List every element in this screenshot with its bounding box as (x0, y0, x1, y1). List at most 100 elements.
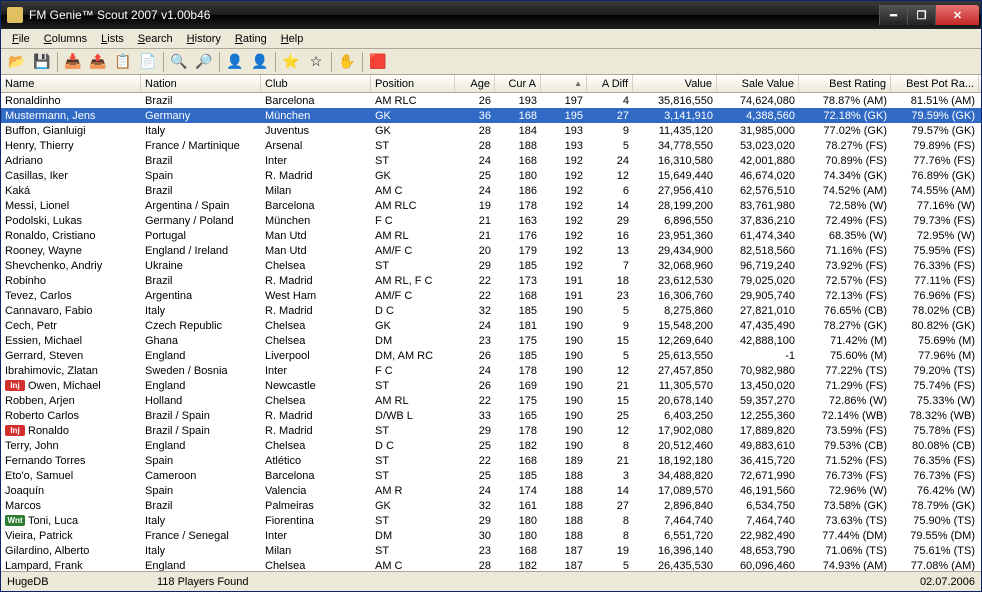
table-row[interactable]: Eto'o, SamuelCameroonBarcelonaST25185188… (1, 468, 981, 483)
table-row[interactable]: Fernando TorresSpainAtléticoST2216818921… (1, 453, 981, 468)
table-row[interactable]: Tevez, CarlosArgentinaWest HamAM/F C2216… (1, 288, 981, 303)
menu-history[interactable]: History (180, 31, 228, 47)
person-red-icon[interactable]: 👤 (223, 51, 247, 73)
table-row[interactable]: Shevchenko, AndriyUkraineChelseaST291851… (1, 258, 981, 273)
cell-cura: 168 (495, 153, 541, 168)
cell-adiff: 18 (587, 273, 633, 288)
status-date: 02.07.2006 (920, 576, 975, 588)
menu-file[interactable]: File (5, 31, 37, 47)
col-value[interactable]: Value (633, 75, 717, 92)
table-row[interactable]: Ibrahimovic, ZlatanSweden / BosniaInterF… (1, 363, 981, 378)
star-outline-icon[interactable]: ☆ (304, 51, 328, 73)
menu-help[interactable]: Help (274, 31, 311, 47)
cell-bpot: 81.51% (AM) (891, 93, 979, 108)
table-row[interactable]: Ronaldo, CristianoPortugalMan UtdAM RL21… (1, 228, 981, 243)
table-row[interactable]: Messi, LionelArgentina / SpainBarcelonaA… (1, 198, 981, 213)
table-row[interactable]: Buffon, GianluigiItalyJuventusGK28184193… (1, 123, 981, 138)
cell-nation: England (141, 558, 261, 571)
maximize-button[interactable]: ❐ (907, 5, 935, 25)
table-row[interactable]: Gilardino, AlbertoItalyMilanST2316818719… (1, 543, 981, 558)
cell-brating: 72.13% (FS) (799, 288, 891, 303)
col-adiff[interactable]: A Diff (587, 75, 633, 92)
menu-rating[interactable]: Rating (228, 31, 274, 47)
table-row[interactable]: AdrianoBrazilInterST241681922416,310,580… (1, 153, 981, 168)
cell-club: Chelsea (261, 333, 371, 348)
cell-club: Man Utd (261, 243, 371, 258)
table-row[interactable]: RobinhoBrazilR. MadridAM RL, F C22173191… (1, 273, 981, 288)
table-row[interactable]: KakáBrazilMilanAM C24186192627,956,41062… (1, 183, 981, 198)
cell-cura: 174 (495, 483, 541, 498)
table-row[interactable]: Podolski, LukasGermany / PolandMünchenF … (1, 213, 981, 228)
table-row[interactable]: Mustermann, JensGermanyMünchenGK36168195… (1, 108, 981, 123)
hand-icon[interactable]: ✋ (335, 51, 359, 73)
table-row[interactable]: Vieira, PatrickFrance / SenegalInterDM30… (1, 528, 981, 543)
cell-age: 22 (455, 273, 495, 288)
open-icon[interactable]: 📂 (5, 51, 29, 73)
table-row[interactable]: Rooney, WayneEngland / IrelandMan UtdAM/… (1, 243, 981, 258)
col-age[interactable]: Age (455, 75, 495, 92)
title-bar[interactable]: FM Genie™ Scout 2007 v1.00b46 ━ ❐ ✕ (1, 1, 981, 29)
table-row[interactable]: Lampard, FrankEnglandChelseaAM C28182187… (1, 558, 981, 571)
minimize-button[interactable]: ━ (879, 5, 907, 25)
table-row[interactable]: Essien, MichaelGhanaChelseaDM23175190151… (1, 333, 981, 348)
table-row[interactable]: Robben, ArjenHollandChelseaAM RL22175190… (1, 393, 981, 408)
col-cura[interactable]: Cur A (495, 75, 541, 92)
col-bpot[interactable]: Best Pot Ra... (891, 75, 979, 92)
save-icon[interactable]: 💾 (30, 51, 54, 73)
cell-sortcol: 190 (541, 393, 587, 408)
search-player-icon[interactable]: 🔎 (192, 51, 216, 73)
table-row[interactable]: InjRonaldoBrazil / SpainR. MadridST29178… (1, 423, 981, 438)
cell-nation: Ukraine (141, 258, 261, 273)
cell-svalue: 29,905,740 (717, 288, 799, 303)
search-staff-icon[interactable]: 🔍 (167, 51, 191, 73)
table-row[interactable]: MarcosBrazilPalmeirasGK32161188272,896,8… (1, 498, 981, 513)
col-nation[interactable]: Nation (141, 75, 261, 92)
table-row[interactable]: Roberto CarlosBrazil / SpainR. MadridD/W… (1, 408, 981, 423)
cell-sortcol: 188 (541, 513, 587, 528)
cell-name: Messi, Lionel (1, 198, 141, 213)
cell-position: AM C (371, 558, 455, 571)
table-row[interactable]: Terry, JohnEnglandChelseaD C25182190820,… (1, 438, 981, 453)
cell-club: Barcelona (261, 198, 371, 213)
status-count: 118 Players Found (157, 576, 920, 588)
cell-age: 25 (455, 438, 495, 453)
col-name[interactable]: Name (1, 75, 141, 92)
cell-svalue: 53,023,020 (717, 138, 799, 153)
cell-age: 24 (455, 363, 495, 378)
table-row[interactable]: WntToni, LucaItalyFiorentinaST2918018887… (1, 513, 981, 528)
table-row[interactable]: Cannavaro, FabioItalyR. MadridD C3218519… (1, 303, 981, 318)
import-icon[interactable]: 📥 (61, 51, 85, 73)
cell-adiff: 5 (587, 138, 633, 153)
cell-adiff: 27 (587, 108, 633, 123)
cell-bpot: 79.20% (TS) (891, 363, 979, 378)
cell-sortcol: 188 (541, 468, 587, 483)
col-position[interactable]: Position (371, 75, 455, 92)
col-brating[interactable]: Best Rating (799, 75, 891, 92)
menu-search[interactable]: Search (131, 31, 180, 47)
close-button[interactable]: ✕ (935, 5, 979, 25)
col-club[interactable]: Club (261, 75, 371, 92)
table-row[interactable]: InjOwen, MichaelEnglandNewcastleST261691… (1, 378, 981, 393)
copy-icon[interactable]: 📋 (111, 51, 135, 73)
table-row[interactable]: JoaquínSpainValenciaAM R241741881417,089… (1, 483, 981, 498)
cell-cura: 175 (495, 393, 541, 408)
table-row[interactable]: RonaldinhoBrazilBarcelonaAM RLC261931974… (1, 93, 981, 108)
table-row[interactable]: Henry, ThierryFrance / MartiniqueArsenal… (1, 138, 981, 153)
col-svalue[interactable]: Sale Value (717, 75, 799, 92)
si-icon[interactable]: 🟥 (366, 51, 390, 73)
table-row[interactable]: Cech, PetrCzech RepublicChelseaGK2418119… (1, 318, 981, 333)
table-row[interactable]: Gerrard, StevenEnglandLiverpoolDM, AM RC… (1, 348, 981, 363)
injury-badge: Inj (5, 425, 25, 436)
cell-adiff: 5 (587, 348, 633, 363)
export-icon[interactable]: 📤 (86, 51, 110, 73)
star-yellow-icon[interactable]: ⭐ (279, 51, 303, 73)
menu-lists[interactable]: Lists (94, 31, 131, 47)
cell-club: R. Madrid (261, 168, 371, 183)
grid-body[interactable]: RonaldinhoBrazilBarcelonaAM RLC261931974… (1, 93, 981, 571)
col-sortcol[interactable]: ▲ (541, 75, 587, 92)
list-icon[interactable]: 📄 (136, 51, 160, 73)
cell-name: Gilardino, Alberto (1, 543, 141, 558)
table-row[interactable]: Casillas, IkerSpainR. MadridGK2518019212… (1, 168, 981, 183)
person-blue-icon[interactable]: 👤 (248, 51, 272, 73)
menu-columns[interactable]: Columns (37, 31, 94, 47)
